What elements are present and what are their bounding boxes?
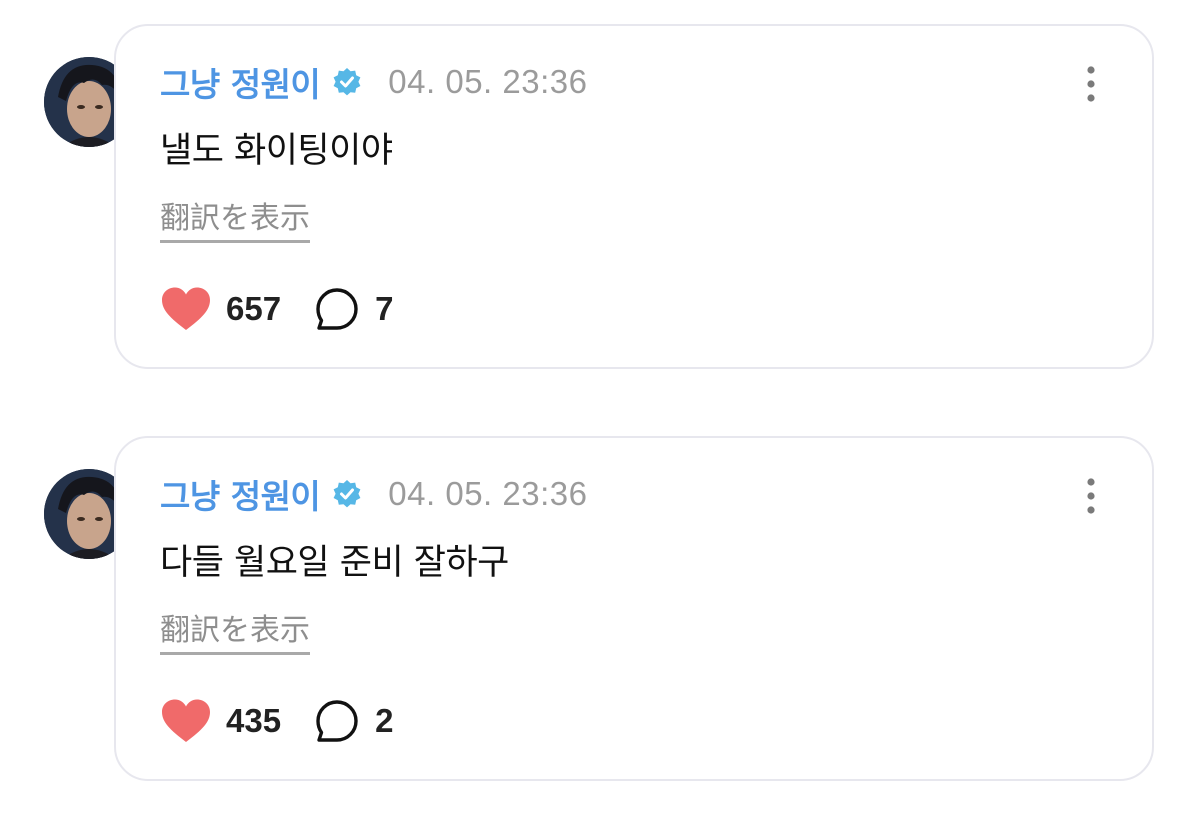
post-text: 다들 월요일 준비 잘하구 — [160, 543, 509, 583]
reply-count: 2 — [375, 702, 394, 739]
like-button[interactable]: 435 — [160, 698, 281, 744]
heart-icon — [162, 287, 210, 330]
like-button[interactable]: 657 — [160, 286, 281, 332]
post-header: 그냥 정원이 04. 05. 23:36 — [160, 60, 587, 104]
post-actions: 657 7 — [160, 284, 393, 334]
post-body: 그냥 정원이 04. 05. 23:36 낼도 화이팅이야 翻訳を表示 657 — [114, 24, 1154, 369]
speech-bubble-icon — [316, 288, 358, 330]
post-header: 그냥 정원이 04. 05. 23:36 — [160, 472, 587, 516]
reply-count: 7 — [375, 290, 394, 327]
heart-icon — [162, 699, 210, 742]
verified-badge-icon — [333, 68, 361, 96]
speech-bubble-icon — [316, 700, 358, 742]
reply-button[interactable]: 2 — [315, 699, 393, 743]
reply-button[interactable]: 7 — [315, 287, 393, 331]
like-count: 435 — [226, 702, 282, 739]
post-card: 그냥 정원이 04. 05. 23:36 낼도 화이팅이야 翻訳を表示 657 — [0, 24, 1200, 369]
author-name[interactable]: 그냥 정원이 — [160, 58, 321, 106]
post-card: 그냥 정원이 04. 05. 23:36 다들 월요일 준비 잘하구 翻訳を表示… — [0, 436, 1200, 781]
post-text: 낼도 화이팅이야 — [160, 131, 393, 171]
verified-badge-icon — [333, 480, 361, 508]
more-vertical-icon[interactable] — [1084, 476, 1098, 516]
more-vertical-icon[interactable] — [1084, 64, 1098, 104]
post-timestamp: 04. 05. 23:36 — [388, 475, 588, 512]
author-name[interactable]: 그냥 정원이 — [160, 470, 321, 518]
post-actions: 435 2 — [160, 696, 393, 746]
like-count: 657 — [226, 290, 282, 327]
translate-link[interactable]: 翻訳を表示 — [160, 605, 310, 655]
translate-link[interactable]: 翻訳を表示 — [160, 193, 310, 243]
post-timestamp: 04. 05. 23:36 — [388, 63, 588, 100]
post-body: 그냥 정원이 04. 05. 23:36 다들 월요일 준비 잘하구 翻訳を表示… — [114, 436, 1154, 781]
